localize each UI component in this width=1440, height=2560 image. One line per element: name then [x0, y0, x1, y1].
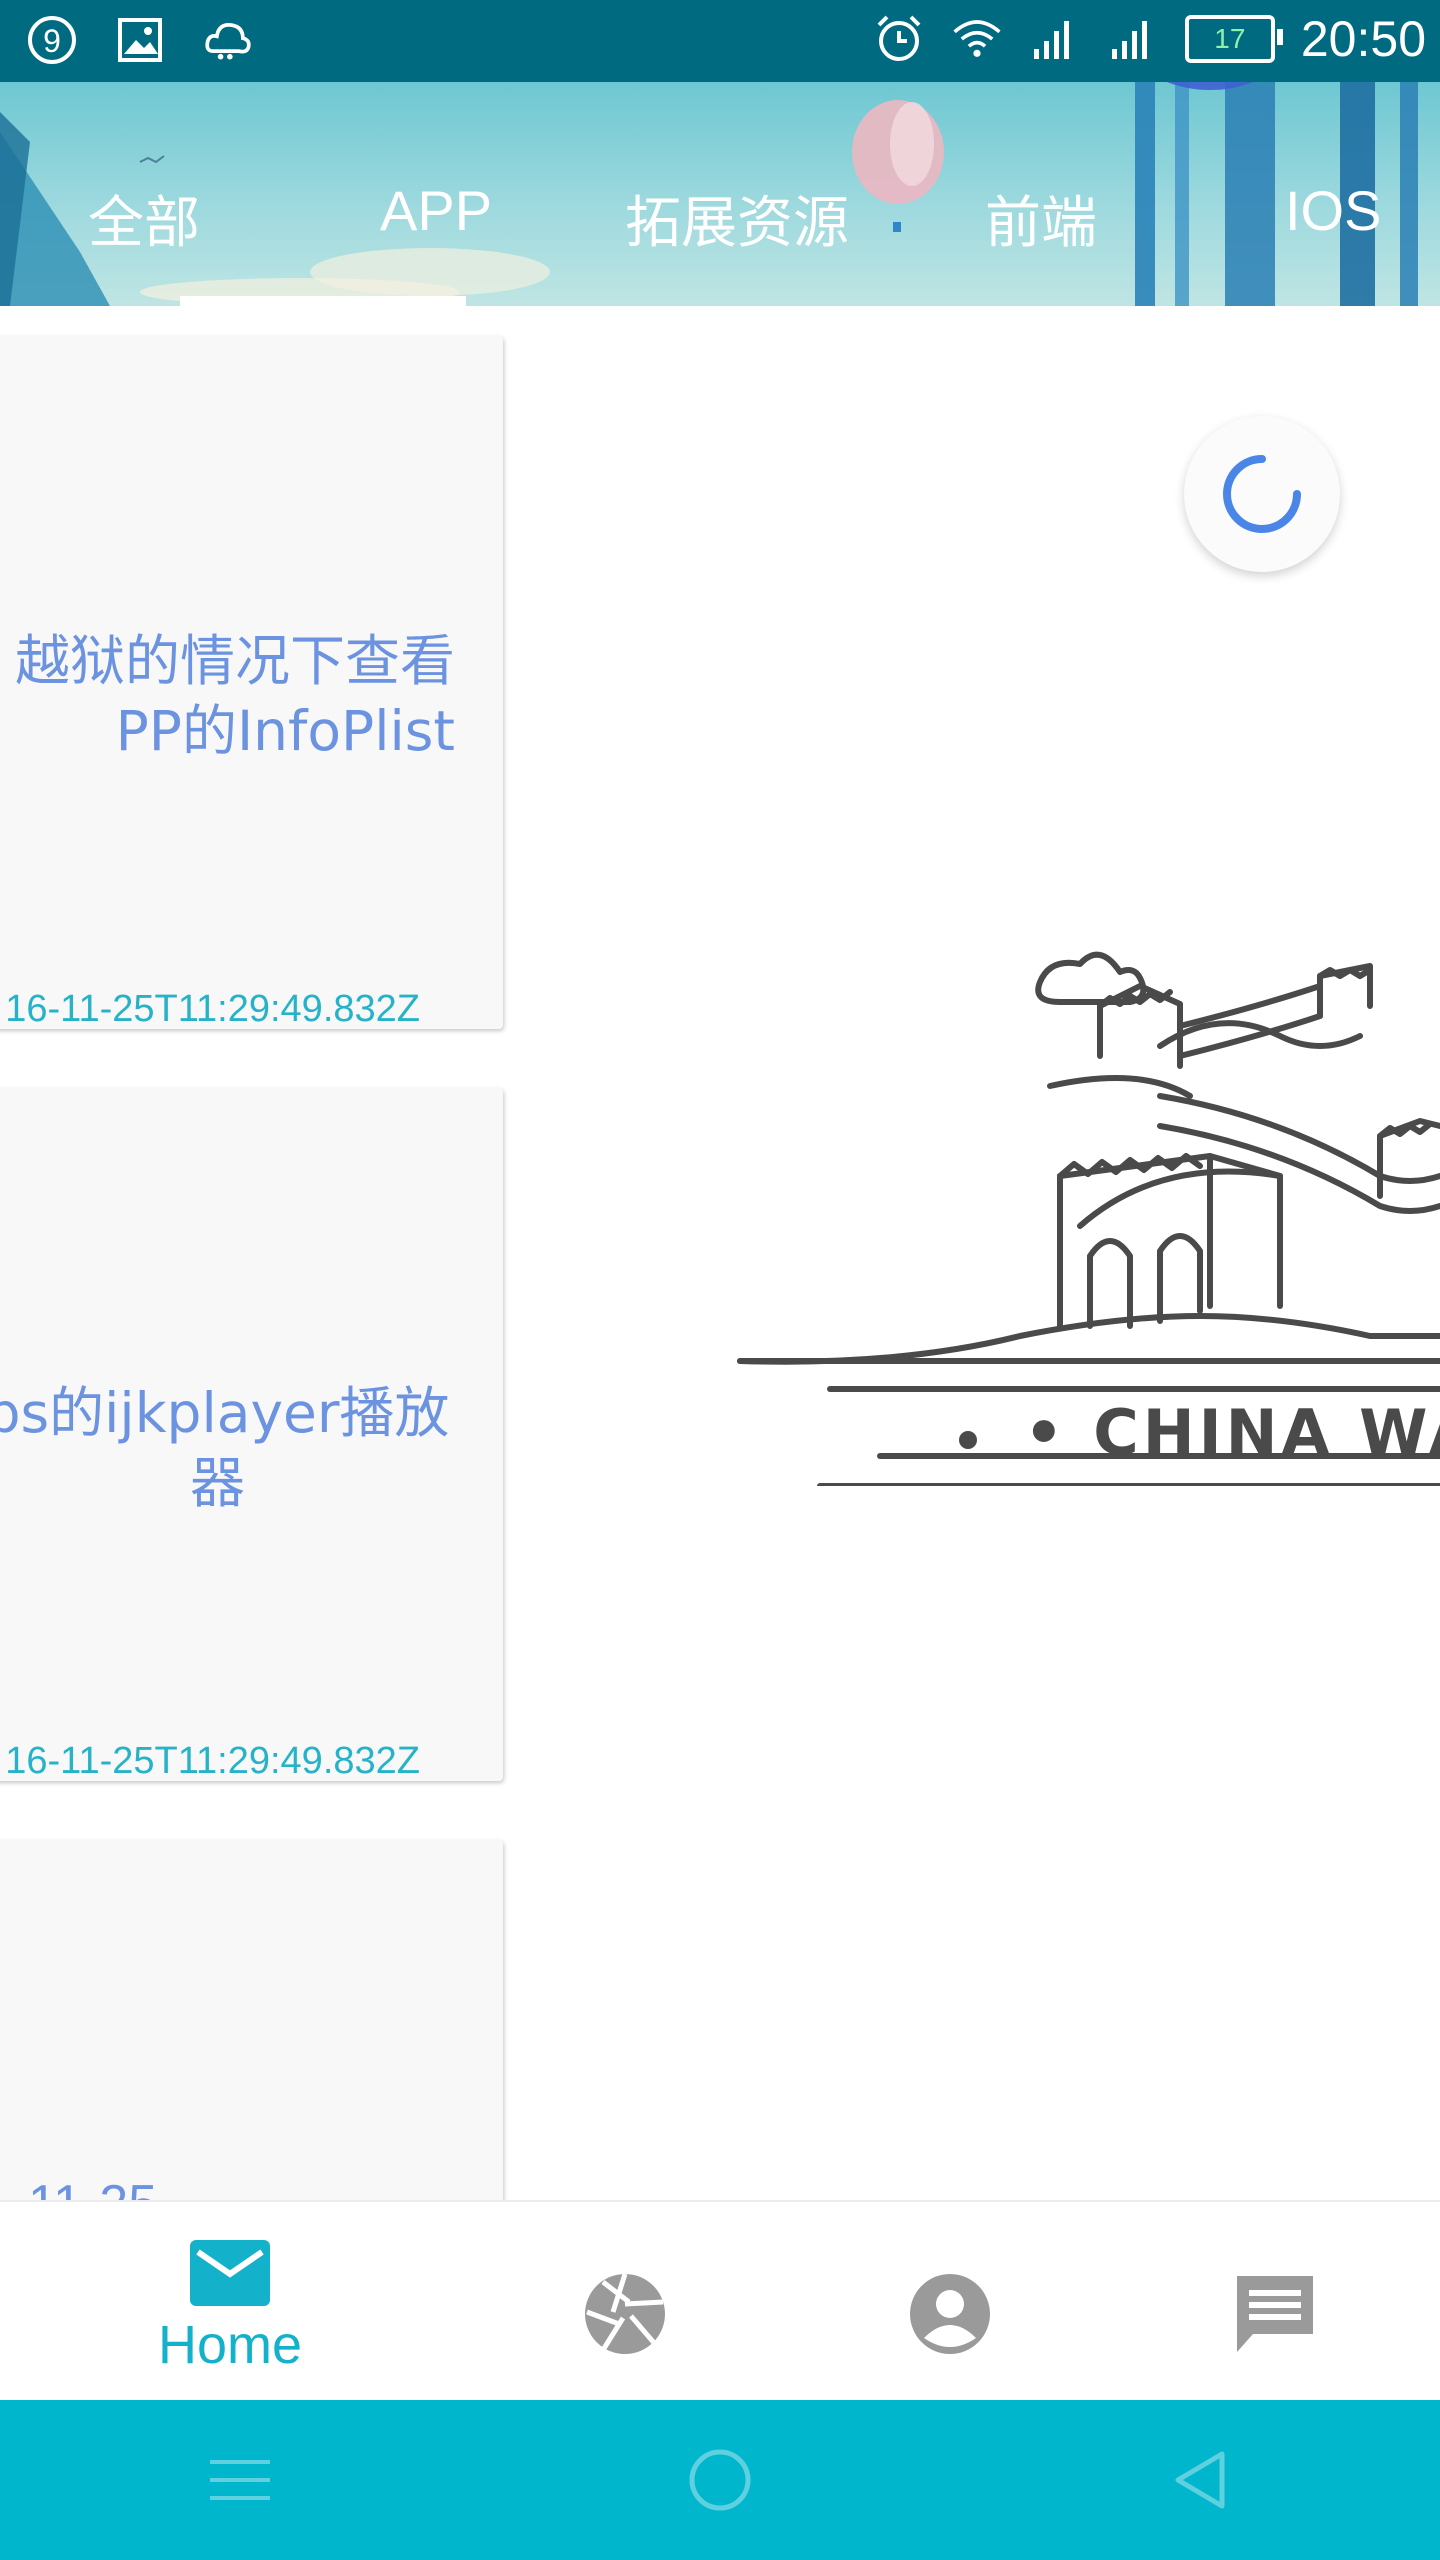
tab-app[interactable]: APP	[380, 178, 492, 243]
great-wall-illustration: • CHINA WAL	[737, 951, 1440, 1486]
card-title: 越狱的情况下查看 PP的InfoPlist	[14, 629, 455, 763]
home-button[interactable]	[670, 2430, 770, 2530]
nav-messages[interactable]	[1195, 2202, 1355, 2402]
back-button[interactable]	[1150, 2430, 1250, 2530]
clock: 20:50	[1300, 11, 1426, 67]
wifi-icon	[951, 13, 1003, 65]
tab-resources[interactable]: 拓展资源	[625, 178, 849, 259]
nav-home-label: Home	[157, 2315, 303, 2375]
category-tabs: 全部 APP 拓展资源 前端 IOS	[0, 178, 1440, 306]
menu-button[interactable]	[190, 2430, 290, 2530]
tab-frontend[interactable]: 前端	[985, 178, 1097, 259]
content-area[interactable]: 越狱的情况下查看 PP的InfoPlist 16-11-25T11:29:49.…	[0, 306, 1440, 2200]
notification-count-icon: 9	[26, 14, 78, 66]
alarm-icon	[873, 13, 925, 65]
tab-all[interactable]: 全部	[88, 178, 200, 259]
spinner-icon	[1223, 455, 1301, 533]
illustration-caption: • CHINA WAL	[1024, 1396, 1440, 1469]
loading-spinner	[1184, 416, 1340, 572]
bottom-navigation: Home	[0, 2200, 1440, 2402]
article-card[interactable]: 越狱的情况下查看 PP的InfoPlist 16-11-25T11:29:49.…	[0, 336, 503, 1030]
notification-count: 9	[43, 23, 61, 59]
card-title: ps的ijkplayer播放 器	[0, 1381, 450, 1515]
status-bar: 9 17 20:50	[0, 0, 1440, 82]
article-card[interactable]: 11-25	[0, 1840, 503, 2200]
caption-bullet	[959, 1431, 977, 1449]
battery-icon: 17	[1184, 15, 1283, 63]
account-icon	[910, 2274, 990, 2354]
tab-ios[interactable]: IOS	[1285, 178, 1381, 243]
status-bar-notifications: 9	[26, 14, 254, 66]
camera-aperture-icon	[585, 2273, 665, 2354]
message-icon	[1237, 2276, 1313, 2352]
article-card[interactable]: ps的ijkplayer播放 器 16-11-25T11:29:49.832Z	[0, 1088, 503, 1782]
card-date: 16-11-25T11:29:49.832Z	[5, 988, 420, 1030]
image-icon	[114, 14, 166, 66]
mail-icon	[190, 2240, 270, 2306]
nav-home[interactable]: Home	[130, 2202, 330, 2402]
home-circle-icon	[689, 2449, 751, 2511]
menu-icon	[210, 2460, 270, 2500]
system-navigation-bar	[0, 2400, 1440, 2560]
battery-level: 17	[1214, 23, 1246, 54]
card-date: 16-11-25T11:29:49.832Z	[5, 1740, 420, 1782]
status-bar-system: 17 20:50	[873, 10, 1426, 68]
cloud-chat-icon	[202, 14, 254, 66]
signal-2-icon	[1107, 13, 1159, 65]
tab-header: 全部 APP 拓展资源 前端 IOS	[0, 82, 1440, 306]
nav-profile[interactable]	[870, 2202, 1030, 2402]
card-partial-date: 11-25	[28, 2174, 157, 2200]
signal-1-icon	[1029, 13, 1081, 65]
back-triangle-icon	[1175, 2451, 1225, 2509]
nav-camera[interactable]	[545, 2202, 705, 2402]
active-tab-indicator	[180, 296, 466, 306]
